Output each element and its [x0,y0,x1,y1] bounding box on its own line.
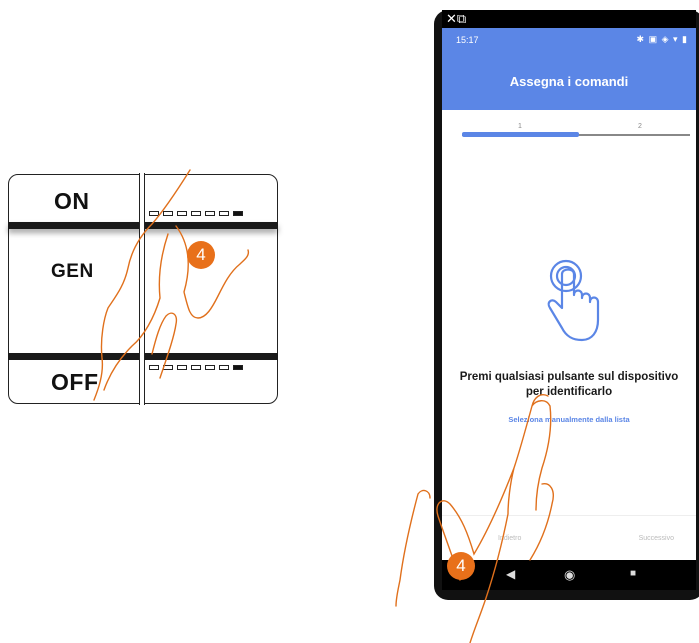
status-time: 15:17 [456,35,479,45]
tap-gesture-icon [547,259,600,342]
step-indicator: 1 2 [442,110,696,140]
recent-apps-icon[interactable]: ■ [630,568,636,579]
external-link-icon[interactable]: ⧉ [457,11,466,26]
step-1-label: 1 [518,123,522,130]
hand-pointing-icon [93,169,250,401]
close-icon[interactable]: ✕ [446,11,457,26]
hand-tapping-phone-icon [395,394,554,643]
next-button[interactable]: Successivo [639,535,674,542]
step-progress [462,132,579,137]
step-badge-switch: 4 [187,241,215,269]
window-topstrip: ✕⧉ [442,10,696,28]
status-bar: 15:17 ✱ ▣ ◈ ▾ ▮ [442,28,696,54]
status-icons: ✱ ▣ ◈ ▾ ▮ [636,34,688,44]
step-2-label: 2 [638,123,642,130]
page-title: Assegna i comandi [442,54,696,110]
step-badge-phone: 4 [447,552,475,580]
